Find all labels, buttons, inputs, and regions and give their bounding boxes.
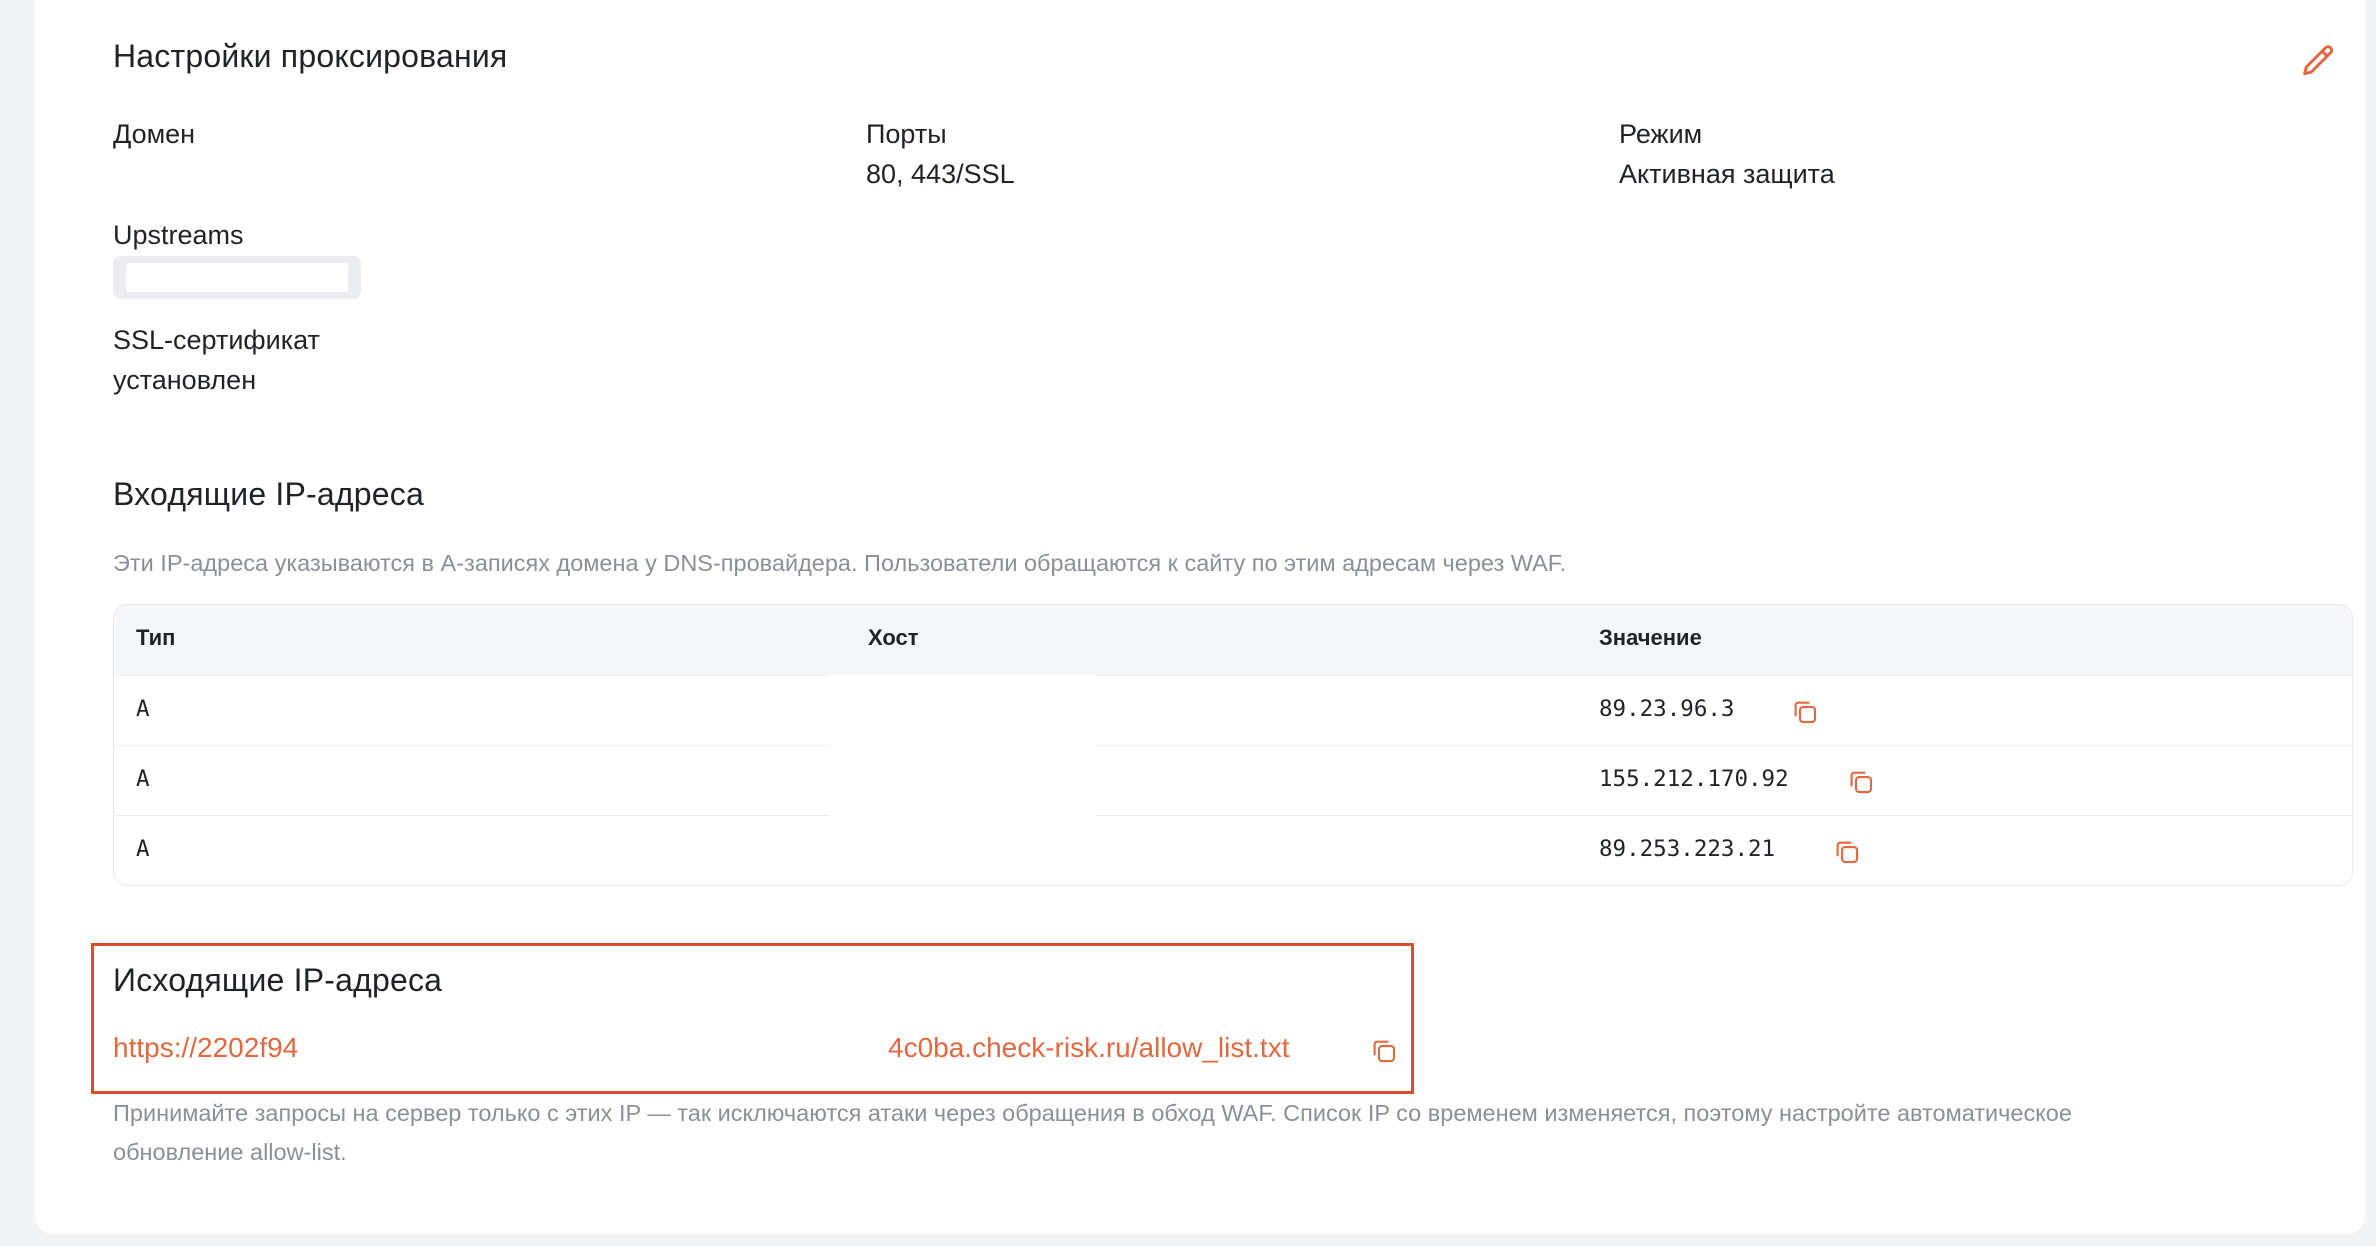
allow-list-link-redacted xyxy=(318,1028,888,1072)
copy-icon[interactable] xyxy=(1832,837,1862,867)
allow-list-link-end[interactable]: 4c0ba.check-risk.ru/allow_list.txt xyxy=(888,1032,1289,1064)
copy-icon[interactable] xyxy=(1846,767,1876,797)
row-value: 89.253.223.21 xyxy=(1599,836,1776,862)
row-type: A xyxy=(136,766,150,792)
table-row: A 89.253.223.21 xyxy=(114,815,2352,885)
ssl-value: установлен xyxy=(113,365,257,395)
outgoing-ip-description-line-1: Принимайте запросы на сервер только с эт… xyxy=(113,1100,2072,1126)
row-value: 155.212.170.92 xyxy=(1599,766,1789,792)
incoming-ip-title: Входящие IP-адреса xyxy=(113,476,424,512)
mode-value: Активная защита xyxy=(1619,159,1835,189)
copy-icon[interactable] xyxy=(1790,697,1820,727)
mode-label: Режим xyxy=(1619,119,1703,149)
outgoing-ip-description-line-2: обновление allow-list. xyxy=(113,1139,347,1165)
table-row: A 155.212.170.92 xyxy=(114,745,2352,815)
table-row: A 89.23.96.3 xyxy=(114,675,2352,745)
allow-list-link-start[interactable]: https://2202f94 xyxy=(113,1032,298,1064)
ports-value: 80, 443/SSL xyxy=(866,159,1015,189)
ports-label: Порты xyxy=(866,119,947,149)
column-host: Хост xyxy=(868,625,919,650)
row-type: A xyxy=(136,836,150,862)
proxy-settings-card: Настройки проксирования Домен Порты 80, … xyxy=(35,0,2365,1234)
outgoing-ip-title: Исходящие IP-адреса xyxy=(113,962,443,998)
incoming-ip-description: Эти IP-адреса указываются в A-записях до… xyxy=(113,550,1567,576)
proxy-settings-title: Настройки проксирования xyxy=(113,38,508,74)
edit-button[interactable] xyxy=(2298,42,2338,82)
upstreams-label: Upstreams xyxy=(113,220,244,250)
domain-label: Домен xyxy=(113,119,196,149)
upstream-value-redacted xyxy=(113,256,361,299)
ssl-label: SSL-сертификат xyxy=(113,325,320,355)
incoming-ip-table: Тип Хост Значение A 89.23.96.3 A 155.212… xyxy=(113,604,2353,886)
row-type: A xyxy=(136,696,150,722)
column-value: Значение xyxy=(1599,625,1702,650)
table-header: Тип Хост Значение xyxy=(114,605,2352,675)
copy-icon[interactable] xyxy=(1369,1036,1399,1066)
row-value: 89.23.96.3 xyxy=(1599,696,1735,722)
host-column-redacted xyxy=(830,675,1096,885)
pencil-icon xyxy=(2303,45,2334,76)
column-type: Тип xyxy=(136,625,176,650)
